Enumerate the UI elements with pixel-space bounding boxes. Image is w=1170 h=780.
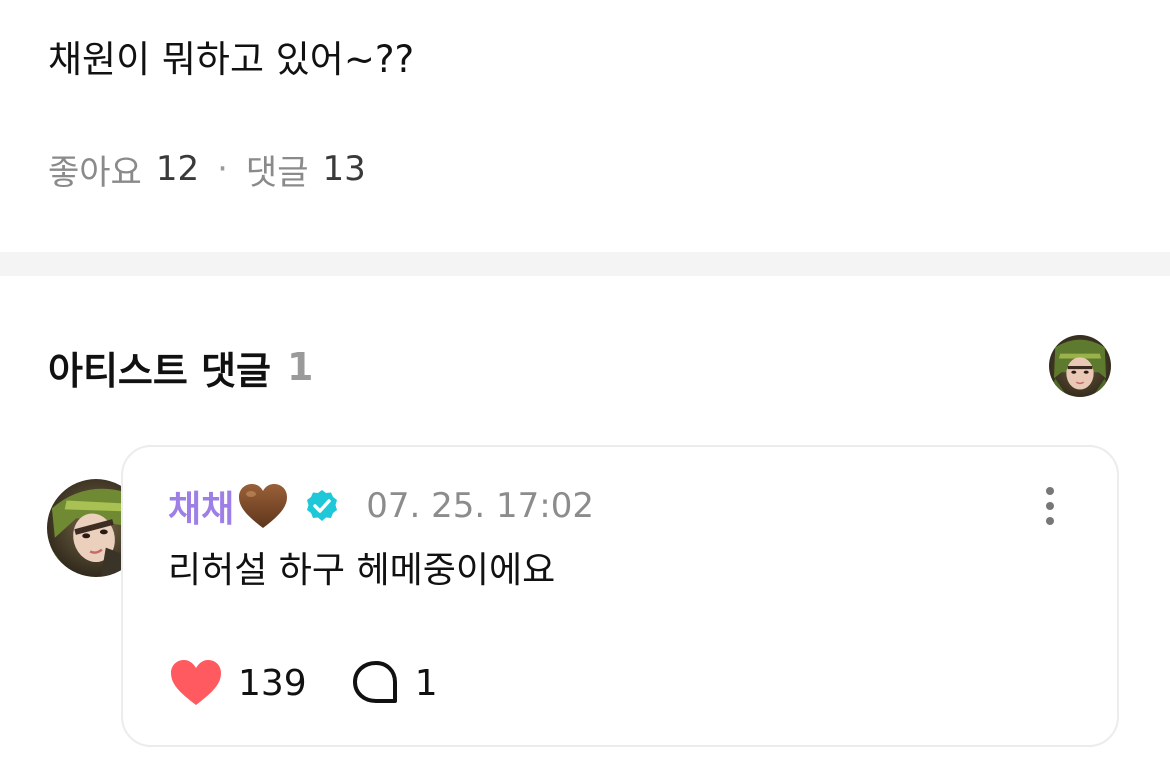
comments-count[interactable]: 13 [322,149,365,189]
comments-label[interactable]: 댓글 [246,145,309,194]
like-count: 139 [238,662,307,704]
heart-like-icon[interactable] [168,658,224,708]
more-vertical-icon[interactable] [1034,484,1066,528]
post-stats: 좋아요 12 · 댓글 13 [48,145,366,193]
comment-actions: 139 1 [168,655,438,711]
verified-badge-icon [307,490,338,521]
likes-label[interactable]: 좋아요 [48,145,142,194]
comment-timestamp: 07. 25. 17:02 [366,486,594,526]
comment-author-name[interactable]: 채채 [168,480,234,532]
post-text: 채원이 뭐하고 있어~?? [48,38,415,81]
artist-comments-count: 1 [287,345,314,389]
likes-count[interactable]: 12 [156,149,199,189]
avatar-image-icon [1049,335,1111,397]
artist-comments-title: 아티스트 댓글 [48,348,271,393]
reply-count: 1 [414,662,438,704]
reply-bubble-icon[interactable] [351,659,401,707]
stats-separator: · [217,149,228,189]
section-divider [0,252,1170,276]
artist-avatar[interactable] [1049,335,1111,397]
brown-heart-icon [239,484,288,528]
comment-body: 리허설 하구 헤메중이에요 [168,550,556,591]
artist-comments-heading: 아티스트 댓글 1 [48,338,313,396]
comment-header: 채채 07. 25. 17:02 [168,478,594,534]
